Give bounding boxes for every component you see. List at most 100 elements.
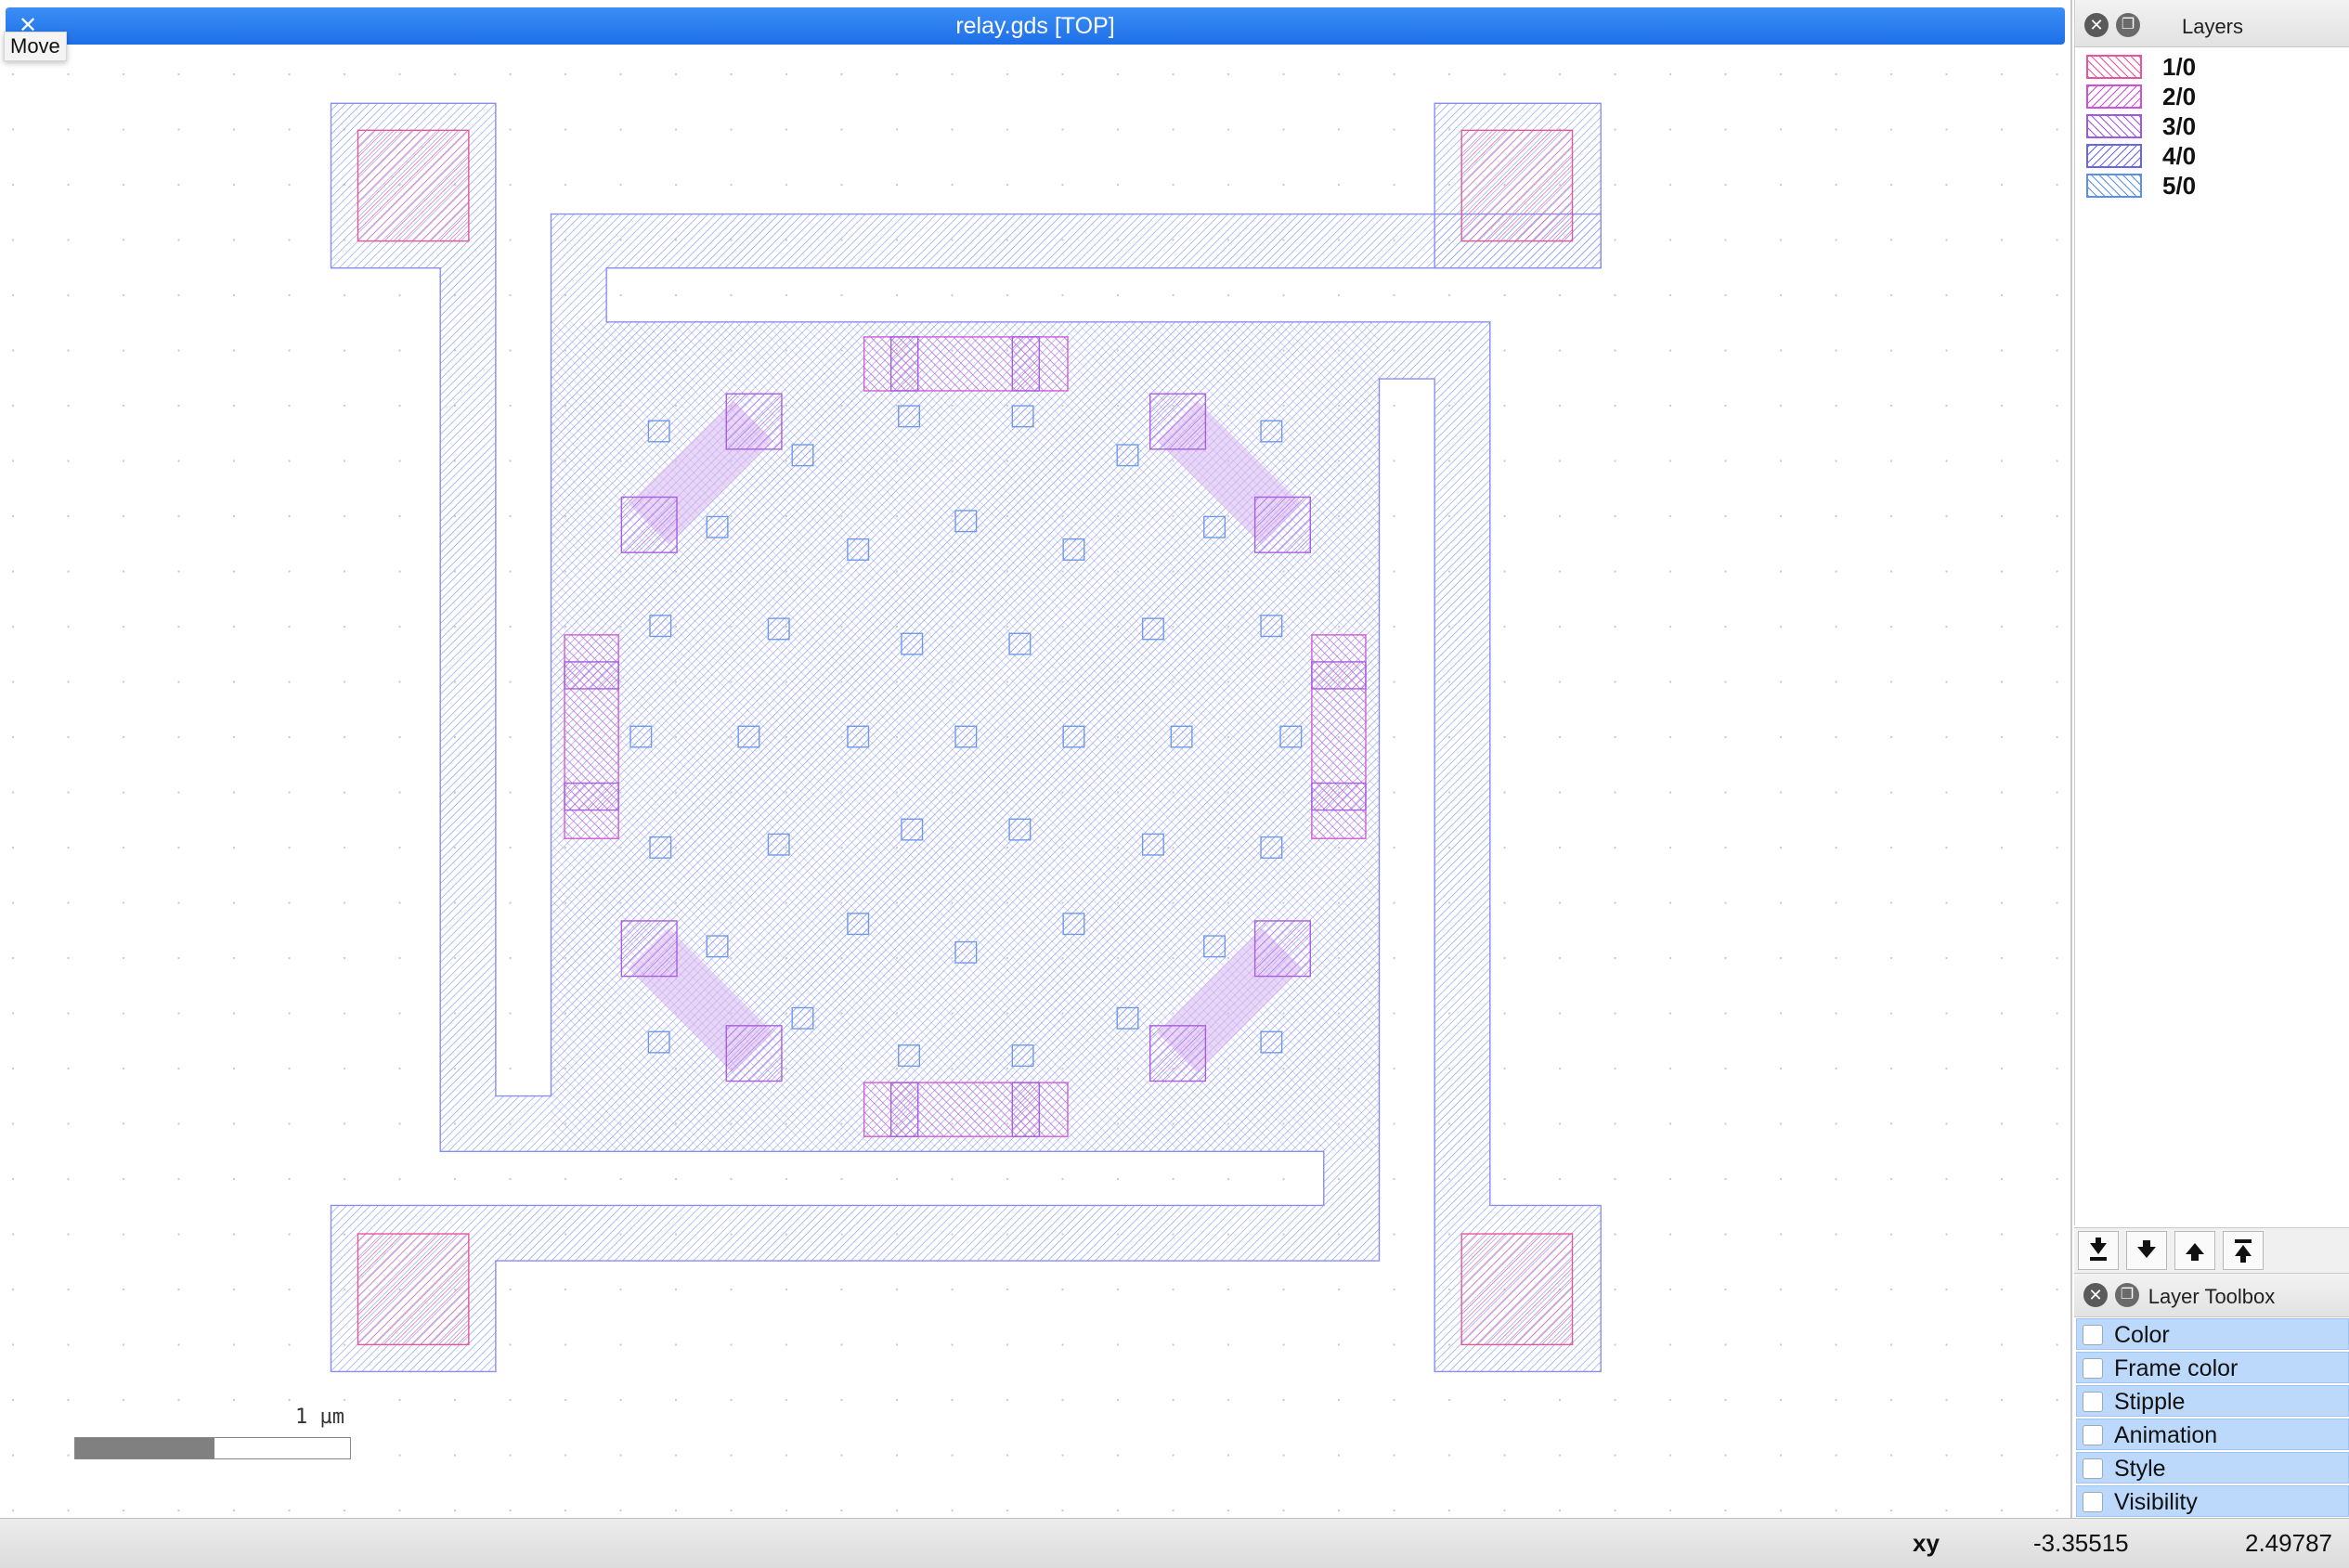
via[interactable] xyxy=(1116,444,1139,467)
contact-via[interactable] xyxy=(1011,336,1041,392)
spring-anchor[interactable] xyxy=(1253,496,1311,553)
via[interactable] xyxy=(706,935,729,958)
via[interactable] xyxy=(647,1030,670,1054)
layer-name: 2/0 xyxy=(2162,83,2197,110)
via[interactable] xyxy=(791,444,814,467)
toolbox-item[interactable]: Color xyxy=(2076,1318,2349,1350)
spring-anchor[interactable] xyxy=(1149,1025,1207,1082)
move-tooltip: Move xyxy=(4,32,67,61)
via[interactable] xyxy=(647,420,670,443)
via[interactable] xyxy=(1141,833,1164,856)
layer-name: 1/0 xyxy=(2162,53,2197,81)
toolbox-item-label: Stipple xyxy=(2114,1389,2186,1415)
bond-pad[interactable] xyxy=(1460,129,1574,242)
via[interactable] xyxy=(901,632,924,655)
layer-row[interactable]: 1/0 xyxy=(2086,52,2337,82)
via[interactable] xyxy=(649,836,672,859)
via[interactable] xyxy=(1062,913,1085,936)
toolbox-checkbox[interactable] xyxy=(2083,1425,2103,1445)
contact-via[interactable] xyxy=(1311,782,1367,811)
layer-row[interactable]: 4/0 xyxy=(2086,141,2337,171)
move-to-bottom-icon xyxy=(2090,1238,2107,1261)
toolbox-item[interactable]: Frame color xyxy=(2076,1352,2349,1383)
move-to-top-button[interactable] xyxy=(2223,1231,2264,1270)
spring-anchor[interactable] xyxy=(620,496,678,553)
via[interactable] xyxy=(1260,420,1283,443)
contact-via[interactable] xyxy=(889,1082,919,1137)
toolbox-checkbox[interactable] xyxy=(2083,1358,2103,1379)
spring-anchor[interactable] xyxy=(1149,393,1207,450)
layers-panel: ✕ ❐ Layers 1/0 2/0 3/0 4/0 5/0 xyxy=(2074,0,2349,1225)
via[interactable] xyxy=(847,538,870,561)
layer-name: 3/0 xyxy=(2162,112,2197,140)
toolbox-item[interactable]: Stipple xyxy=(2076,1385,2349,1417)
via[interactable] xyxy=(1260,1030,1283,1054)
layer-row[interactable]: 5/0 xyxy=(2086,171,2337,201)
via[interactable] xyxy=(1170,725,1193,748)
via[interactable] xyxy=(1141,617,1164,641)
toolbox-item-label: Frame color xyxy=(2114,1355,2239,1381)
via[interactable] xyxy=(847,725,870,748)
layout-drawing[interactable] xyxy=(0,0,2070,1518)
contact-via[interactable] xyxy=(564,661,619,690)
via[interactable] xyxy=(1011,405,1034,428)
via[interactable] xyxy=(901,818,924,841)
via[interactable] xyxy=(767,833,790,856)
bond-pad[interactable] xyxy=(357,129,470,242)
via[interactable] xyxy=(1279,725,1303,748)
via[interactable] xyxy=(737,725,760,748)
toolbox-item[interactable]: Animation xyxy=(2076,1419,2349,1450)
toolbox-item[interactable]: Style xyxy=(2076,1452,2349,1484)
bond-pad[interactable] xyxy=(1460,1233,1574,1346)
scalebar-fill xyxy=(75,1438,214,1458)
toolbox-checkbox[interactable] xyxy=(2083,1392,2103,1412)
layer-name: 4/0 xyxy=(2162,142,2197,170)
via[interactable] xyxy=(1011,1044,1034,1068)
via[interactable] xyxy=(629,725,653,748)
spring-anchor[interactable] xyxy=(620,920,678,978)
toolbox-checkbox[interactable] xyxy=(2083,1325,2103,1345)
contact-via[interactable] xyxy=(1311,661,1367,690)
via[interactable] xyxy=(1203,935,1226,958)
contact-via[interactable] xyxy=(889,336,919,392)
via[interactable] xyxy=(847,913,870,936)
via[interactable] xyxy=(954,510,978,533)
contact-via[interactable] xyxy=(564,782,619,811)
spring-anchor[interactable] xyxy=(725,393,783,450)
via[interactable] xyxy=(706,515,729,538)
via[interactable] xyxy=(1062,538,1085,561)
via[interactable] xyxy=(1062,725,1085,748)
via[interactable] xyxy=(1008,818,1032,841)
toolbox-checkbox[interactable] xyxy=(2083,1458,2103,1479)
via[interactable] xyxy=(898,1044,921,1068)
via[interactable] xyxy=(649,615,672,638)
toolbox-item-label: Style xyxy=(2114,1456,2166,1482)
toolbox-item[interactable]: Visibility xyxy=(2076,1485,2349,1517)
layer-swatch xyxy=(2086,144,2142,168)
spring-anchor[interactable] xyxy=(1253,920,1311,978)
via[interactable] xyxy=(898,405,921,428)
layer-row[interactable]: 3/0 xyxy=(2086,111,2337,141)
coordinate-mode: xy xyxy=(1913,1529,1940,1557)
scalebar xyxy=(74,1437,351,1459)
spring-anchor[interactable] xyxy=(725,1025,783,1082)
via[interactable] xyxy=(1008,632,1032,655)
bond-pad[interactable] xyxy=(357,1233,470,1346)
via[interactable] xyxy=(1260,836,1283,859)
move-to-bottom-button[interactable] xyxy=(2078,1231,2119,1270)
cursor-y: 2.49787 xyxy=(2245,1529,2332,1557)
layer-toolbox-title: Layer Toolbox xyxy=(2148,1285,2276,1308)
contact-via[interactable] xyxy=(1011,1082,1041,1137)
move-up-button[interactable] xyxy=(2174,1231,2215,1270)
via[interactable] xyxy=(954,725,978,748)
via[interactable] xyxy=(791,1006,814,1030)
via[interactable] xyxy=(1203,515,1226,538)
layout-canvas[interactable]: ✕ relay.gds [TOP] Move 1 µm xyxy=(0,0,2072,1518)
via[interactable] xyxy=(1260,615,1283,638)
layer-row[interactable]: 2/0 xyxy=(2086,82,2337,111)
toolbox-checkbox[interactable] xyxy=(2083,1492,2103,1512)
via[interactable] xyxy=(1116,1006,1139,1030)
move-down-button[interactable] xyxy=(2126,1231,2167,1270)
via[interactable] xyxy=(767,617,790,641)
via[interactable] xyxy=(954,940,978,964)
